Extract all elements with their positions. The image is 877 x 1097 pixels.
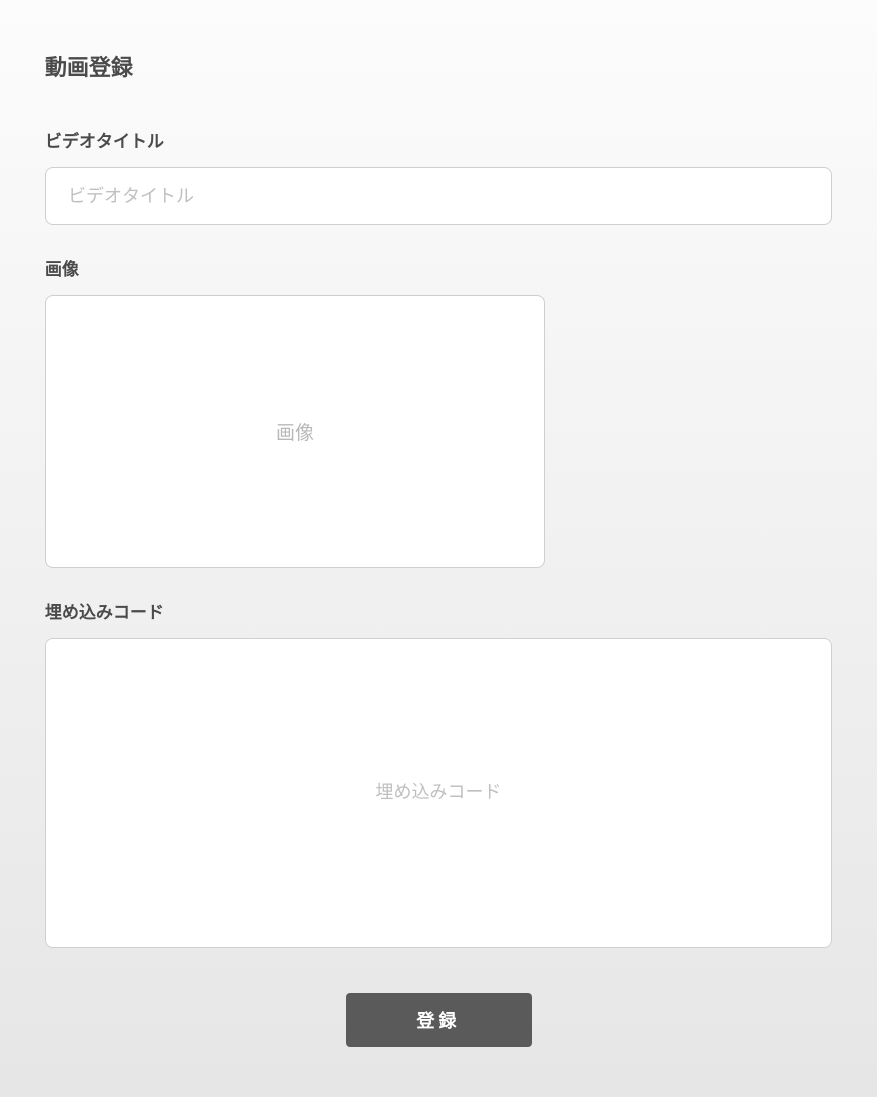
- page-title: 動画登録: [45, 50, 832, 82]
- submit-button[interactable]: 登録: [346, 993, 532, 1047]
- video-title-input[interactable]: [45, 167, 832, 225]
- video-title-label: ビデオタイトル: [45, 127, 832, 152]
- embed-code-group: 埋め込みコード: [45, 598, 832, 953]
- image-upload-area[interactable]: 画像: [45, 295, 545, 568]
- image-upload-placeholder: 画像: [276, 418, 314, 445]
- video-title-group: ビデオタイトル: [45, 127, 832, 225]
- embed-code-label: 埋め込みコード: [45, 598, 832, 623]
- image-label: 画像: [45, 255, 832, 280]
- submit-wrapper: 登録: [45, 993, 832, 1047]
- image-group: 画像 画像: [45, 255, 832, 568]
- embed-code-input[interactable]: [45, 638, 832, 948]
